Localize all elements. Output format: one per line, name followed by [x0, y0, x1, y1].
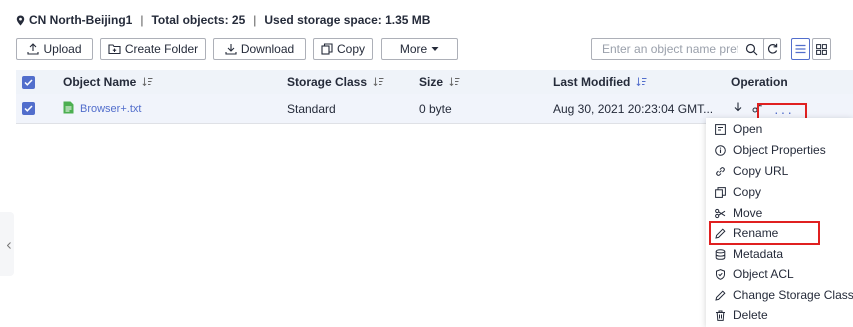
copy-button[interactable]: Copy	[313, 38, 373, 60]
menu-item-copy[interactable]: Copy	[706, 182, 853, 202]
menu-item-label: Move	[733, 206, 763, 220]
create-folder-label: Create Folder	[124, 42, 199, 56]
menu-item-object-acl[interactable]: Object ACL	[706, 264, 853, 284]
row-checkbox[interactable]	[22, 94, 35, 123]
refresh-icon	[767, 43, 777, 54]
menu-item-delete[interactable]: Delete	[706, 305, 853, 325]
menu-item-copy-url[interactable]: Copy URL	[706, 161, 853, 181]
download-button[interactable]: Download	[213, 38, 306, 60]
menu-item-label: Object Properties	[733, 143, 826, 157]
menu-item-label: Copy	[733, 185, 762, 199]
pencil-icon	[715, 289, 726, 301]
download-icon[interactable]	[733, 102, 743, 116]
column-header-size[interactable]: Size	[419, 70, 460, 94]
column-header-label: Operation	[731, 75, 788, 89]
object-table: Object Name Storage Class Size Last Modi…	[16, 70, 853, 124]
trash-icon	[716, 310, 725, 321]
menu-item-label: Object ACL	[733, 267, 794, 281]
menu-item-metadata[interactable]: Metadata	[706, 244, 853, 264]
location-pin-icon	[16, 15, 25, 26]
copy-label: Copy	[336, 42, 365, 56]
select-all-checkbox[interactable]	[22, 70, 35, 94]
column-header-operation: Operation	[731, 70, 788, 94]
checkbox-checked-icon	[22, 102, 35, 115]
column-header-last-modified[interactable]: Last Modified	[553, 70, 647, 94]
menu-item-change-storage-class[interactable]: Change Storage Class	[706, 285, 853, 305]
checkbox-checked-icon	[22, 75, 35, 89]
object-name-cell: Browser+.txt	[63, 94, 141, 123]
storage-class-cell: Standard	[287, 101, 336, 116]
column-header-label: Size	[419, 75, 444, 89]
menu-item-object-properties[interactable]: Object Properties	[706, 140, 853, 160]
info-icon	[715, 144, 726, 156]
object-search-box	[591, 38, 776, 60]
total-objects-label: Total objects: 25	[151, 13, 246, 27]
create-folder-button[interactable]: Create Folder	[100, 38, 206, 60]
text-file-icon	[63, 101, 74, 117]
column-header-storage-class[interactable]: Storage Class	[287, 70, 384, 94]
refresh-button[interactable]	[763, 38, 781, 60]
menu-item-label: Metadata	[733, 247, 784, 261]
more-label: More	[399, 42, 428, 56]
upload-label: Upload	[43, 42, 82, 56]
column-header-label: Last Modified	[553, 75, 631, 89]
last-modified-cell: Aug 30, 2021 20:23:04 GMT...	[553, 101, 714, 116]
region-label: CN North-Beijing1	[29, 13, 133, 27]
sort-icon[interactable]	[373, 77, 384, 87]
toolbar: Upload Create Folder Download Copy More	[16, 38, 853, 60]
info-separator: |	[140, 13, 144, 27]
menu-item-label: Delete	[733, 308, 768, 322]
copy-icon	[715, 186, 726, 198]
column-header-object-name[interactable]: Object Name	[63, 70, 153, 94]
grid-view-icon	[816, 43, 827, 55]
size-cell: 0 byte	[419, 101, 452, 116]
column-header-label: Object Name	[63, 75, 137, 89]
object-name-link[interactable]: Browser+.txt	[80, 103, 141, 115]
menu-item-label: Change Storage Class	[733, 288, 853, 302]
info-separator: |	[253, 13, 257, 27]
storage-used-label: Used storage space: 1.35 MB	[264, 13, 431, 27]
download-label: Download	[240, 42, 295, 56]
database-icon	[715, 248, 726, 260]
open-icon	[715, 123, 726, 135]
scissors-icon	[715, 208, 726, 218]
menu-item-label: Copy URL	[733, 164, 789, 178]
bucket-info-bar: CN North-Beijing1 | Total objects: 25 | …	[16, 11, 430, 29]
menu-item-move[interactable]: Move	[706, 203, 853, 223]
upload-icon	[27, 43, 40, 55]
menu-item-open[interactable]: Open	[706, 119, 853, 139]
sort-icon[interactable]	[636, 77, 647, 87]
rename-highlight	[709, 221, 820, 245]
sort-icon[interactable]	[142, 77, 153, 87]
chevron-left-icon	[6, 241, 11, 251]
shield-icon	[716, 268, 725, 280]
sort-icon[interactable]	[449, 77, 460, 87]
object-name-prefix-input[interactable]	[592, 39, 738, 59]
menu-item-label: Open	[733, 122, 763, 136]
link-icon	[716, 166, 725, 176]
side-panel-handle[interactable]	[0, 212, 14, 276]
upload-button[interactable]: Upload	[16, 38, 93, 60]
copy-icon	[321, 43, 333, 55]
list-view-icon	[795, 44, 806, 54]
folder-add-icon	[108, 44, 121, 55]
more-button[interactable]: More	[381, 38, 458, 60]
caret-down-icon	[431, 47, 439, 51]
list-view-toggle[interactable]	[791, 38, 810, 60]
search-icon[interactable]	[745, 43, 758, 59]
column-header-label: Storage Class	[287, 75, 368, 89]
download-icon	[225, 44, 237, 55]
table-header: Object Name Storage Class Size Last Modi…	[16, 70, 853, 94]
grid-view-toggle[interactable]	[812, 38, 831, 60]
